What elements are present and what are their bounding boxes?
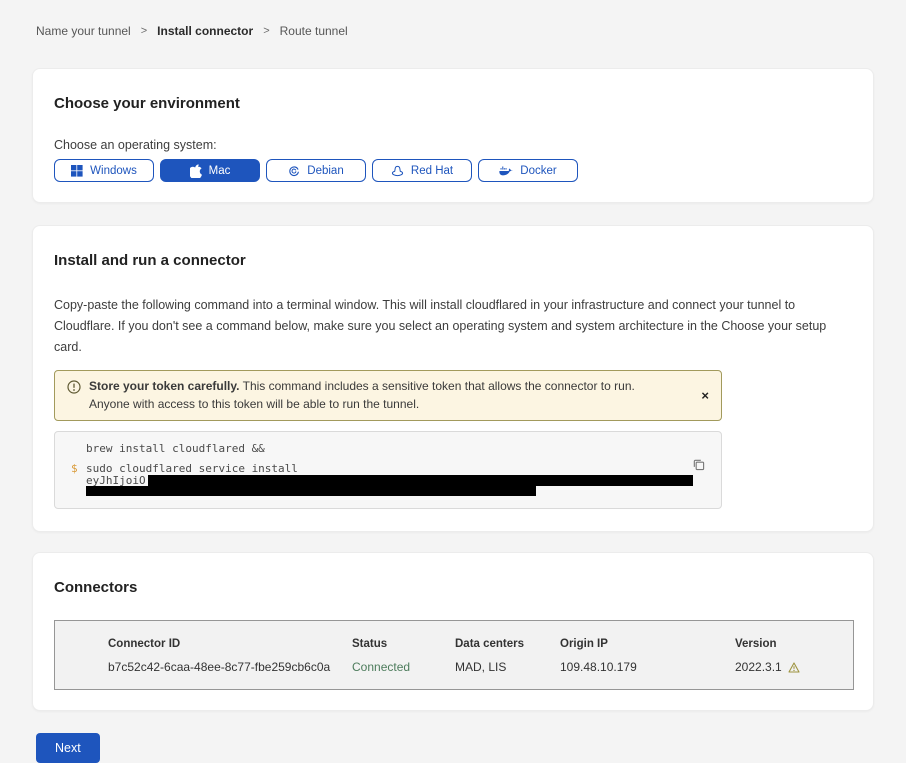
windows-icon [71,165,83,177]
breadcrumb-name-your-tunnel[interactable]: Name your tunnel [36,24,131,38]
code-command: $ sudo cloudflared service install eyJhI… [71,463,705,496]
breadcrumb-install-connector[interactable]: Install connector [157,24,253,38]
origin-ip-value: 109.48.10.179 [560,660,735,674]
redacted-token-bar [86,486,536,496]
close-icon[interactable]: × [701,389,709,402]
column-header-data-centers: Data centers [455,638,560,650]
debian-icon [288,165,300,177]
install-card: Install and run a connector Copy-paste t… [32,225,874,532]
code-line-brew: brew install cloudflared && [71,443,705,455]
environment-card: Choose your environment Choose an operat… [32,68,874,203]
version-value: 2022.3.1 [735,660,782,674]
column-header-version: Version [735,638,853,650]
status-badge: Connected [352,660,455,674]
os-button-label: Debian [307,165,343,177]
os-button-mac[interactable]: Mac [160,159,260,182]
info-icon [67,380,81,400]
version-cell: 2022.3.1 [735,660,853,674]
install-card-title: Install and run a connector [54,252,852,269]
environment-card-title: Choose your environment [54,95,852,112]
code-body: sudo cloudflared service install eyJhIjo… [86,463,693,496]
os-button-group: Windows Mac Debian Red Hat Docker [54,159,852,182]
os-button-windows[interactable]: Windows [54,159,154,182]
os-button-docker[interactable]: Docker [478,159,578,182]
apple-icon [190,164,202,178]
code-line-sudo: sudo cloudflared service install [86,463,693,475]
os-button-label: Windows [90,165,137,177]
column-header-origin-ip: Origin IP [560,638,735,650]
column-header-status: Status [352,638,455,650]
install-description: Copy-paste the following command into a … [54,295,852,358]
breadcrumb-separator: > [141,25,147,37]
breadcrumb-route-tunnel[interactable]: Route tunnel [280,24,348,38]
redhat-icon [391,165,404,177]
connectors-card: Connectors Connector ID Status Data cent… [32,552,874,711]
os-button-label: Red Hat [411,165,453,177]
os-button-label: Docker [520,165,556,177]
os-button-redhat[interactable]: Red Hat [372,159,472,182]
table-header-row: Connector ID Status Data centers Origin … [108,638,853,650]
copy-icon[interactable] [692,458,705,474]
os-button-label: Mac [209,165,231,177]
connector-id-value: b7c52c42-6caa-48ee-8c77-fbe259cb6c0a [108,660,352,674]
install-command-codeblock[interactable]: brew install cloudflared && $ sudo cloud… [54,431,722,509]
shell-prompt: $ [71,463,86,496]
token-line: eyJhIjoiO [86,475,693,486]
table-row: b7c52c42-6caa-48ee-8c77-fbe259cb6c0a Con… [108,660,853,674]
connectors-card-title: Connectors [54,579,852,596]
warning-icon [788,662,800,673]
os-button-debian[interactable]: Debian [266,159,366,182]
os-select-label: Choose an operating system: [54,138,852,153]
token-line [86,486,693,496]
alert-title: Store your token carefully. [89,379,240,393]
connectors-table: Connector ID Status Data centers Origin … [54,620,854,690]
alert-text: Store your token carefully. This command… [89,378,693,413]
token-warning-alert: Store your token carefully. This command… [54,370,722,421]
docker-icon [499,165,513,177]
column-header-connector-id: Connector ID [108,638,352,650]
next-button[interactable]: Next [36,733,100,763]
redacted-token-bar [148,475,693,486]
breadcrumb: Name your tunnel > Install connector > R… [0,0,906,38]
data-centers-value: MAD, LIS [455,660,560,674]
breadcrumb-separator: > [263,25,269,37]
